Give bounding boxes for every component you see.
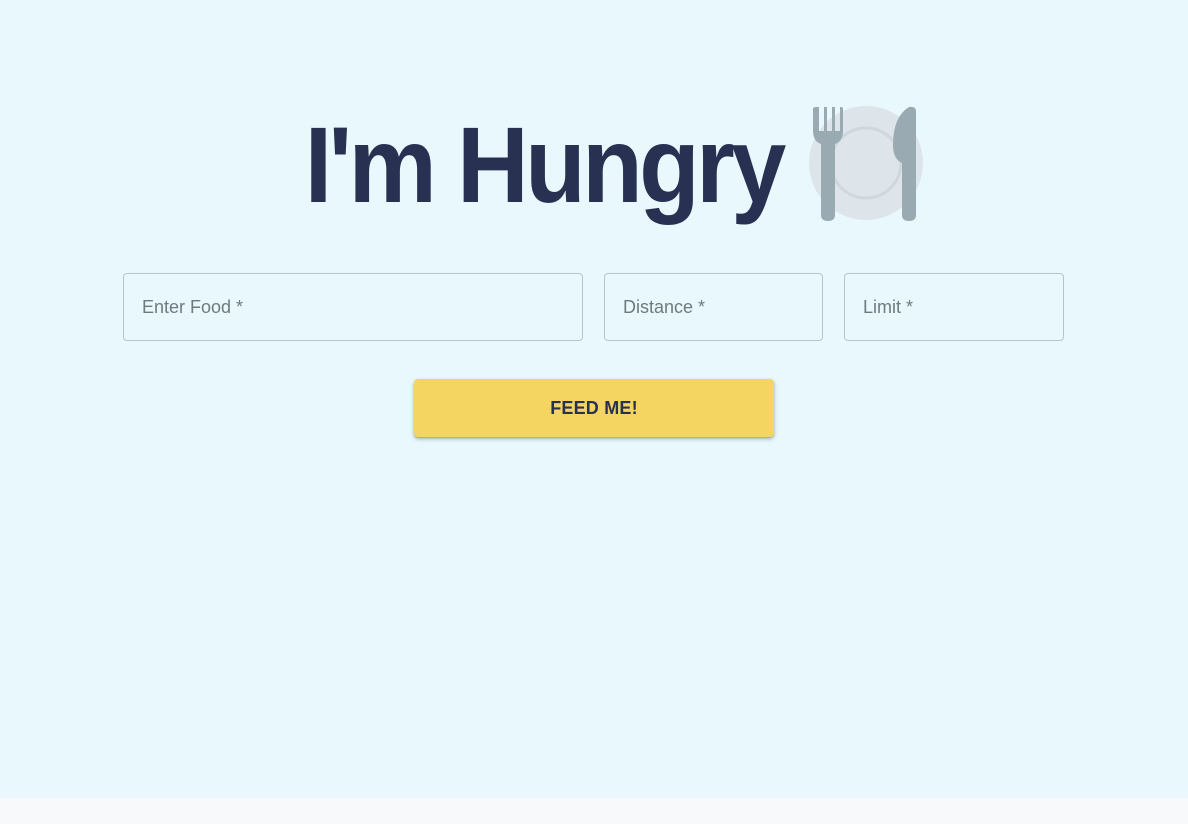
limit-input[interactable] [845, 274, 1063, 340]
fork-knife-plate-icon [808, 106, 923, 221]
feed-me-button[interactable]: FEED ME! [414, 379, 774, 437]
distance-field[interactable] [604, 273, 823, 341]
search-form [123, 273, 1064, 343]
app-background: I'm Hungry FEED ME! [0, 0, 1188, 798]
distance-input[interactable] [605, 274, 822, 340]
page-title: I'm Hungry [304, 104, 787, 225]
limit-field[interactable] [844, 273, 1064, 341]
food-input[interactable] [124, 274, 582, 340]
header: I'm Hungry [0, 105, 1188, 225]
footer-strip [0, 798, 1188, 824]
food-field[interactable] [123, 273, 583, 341]
